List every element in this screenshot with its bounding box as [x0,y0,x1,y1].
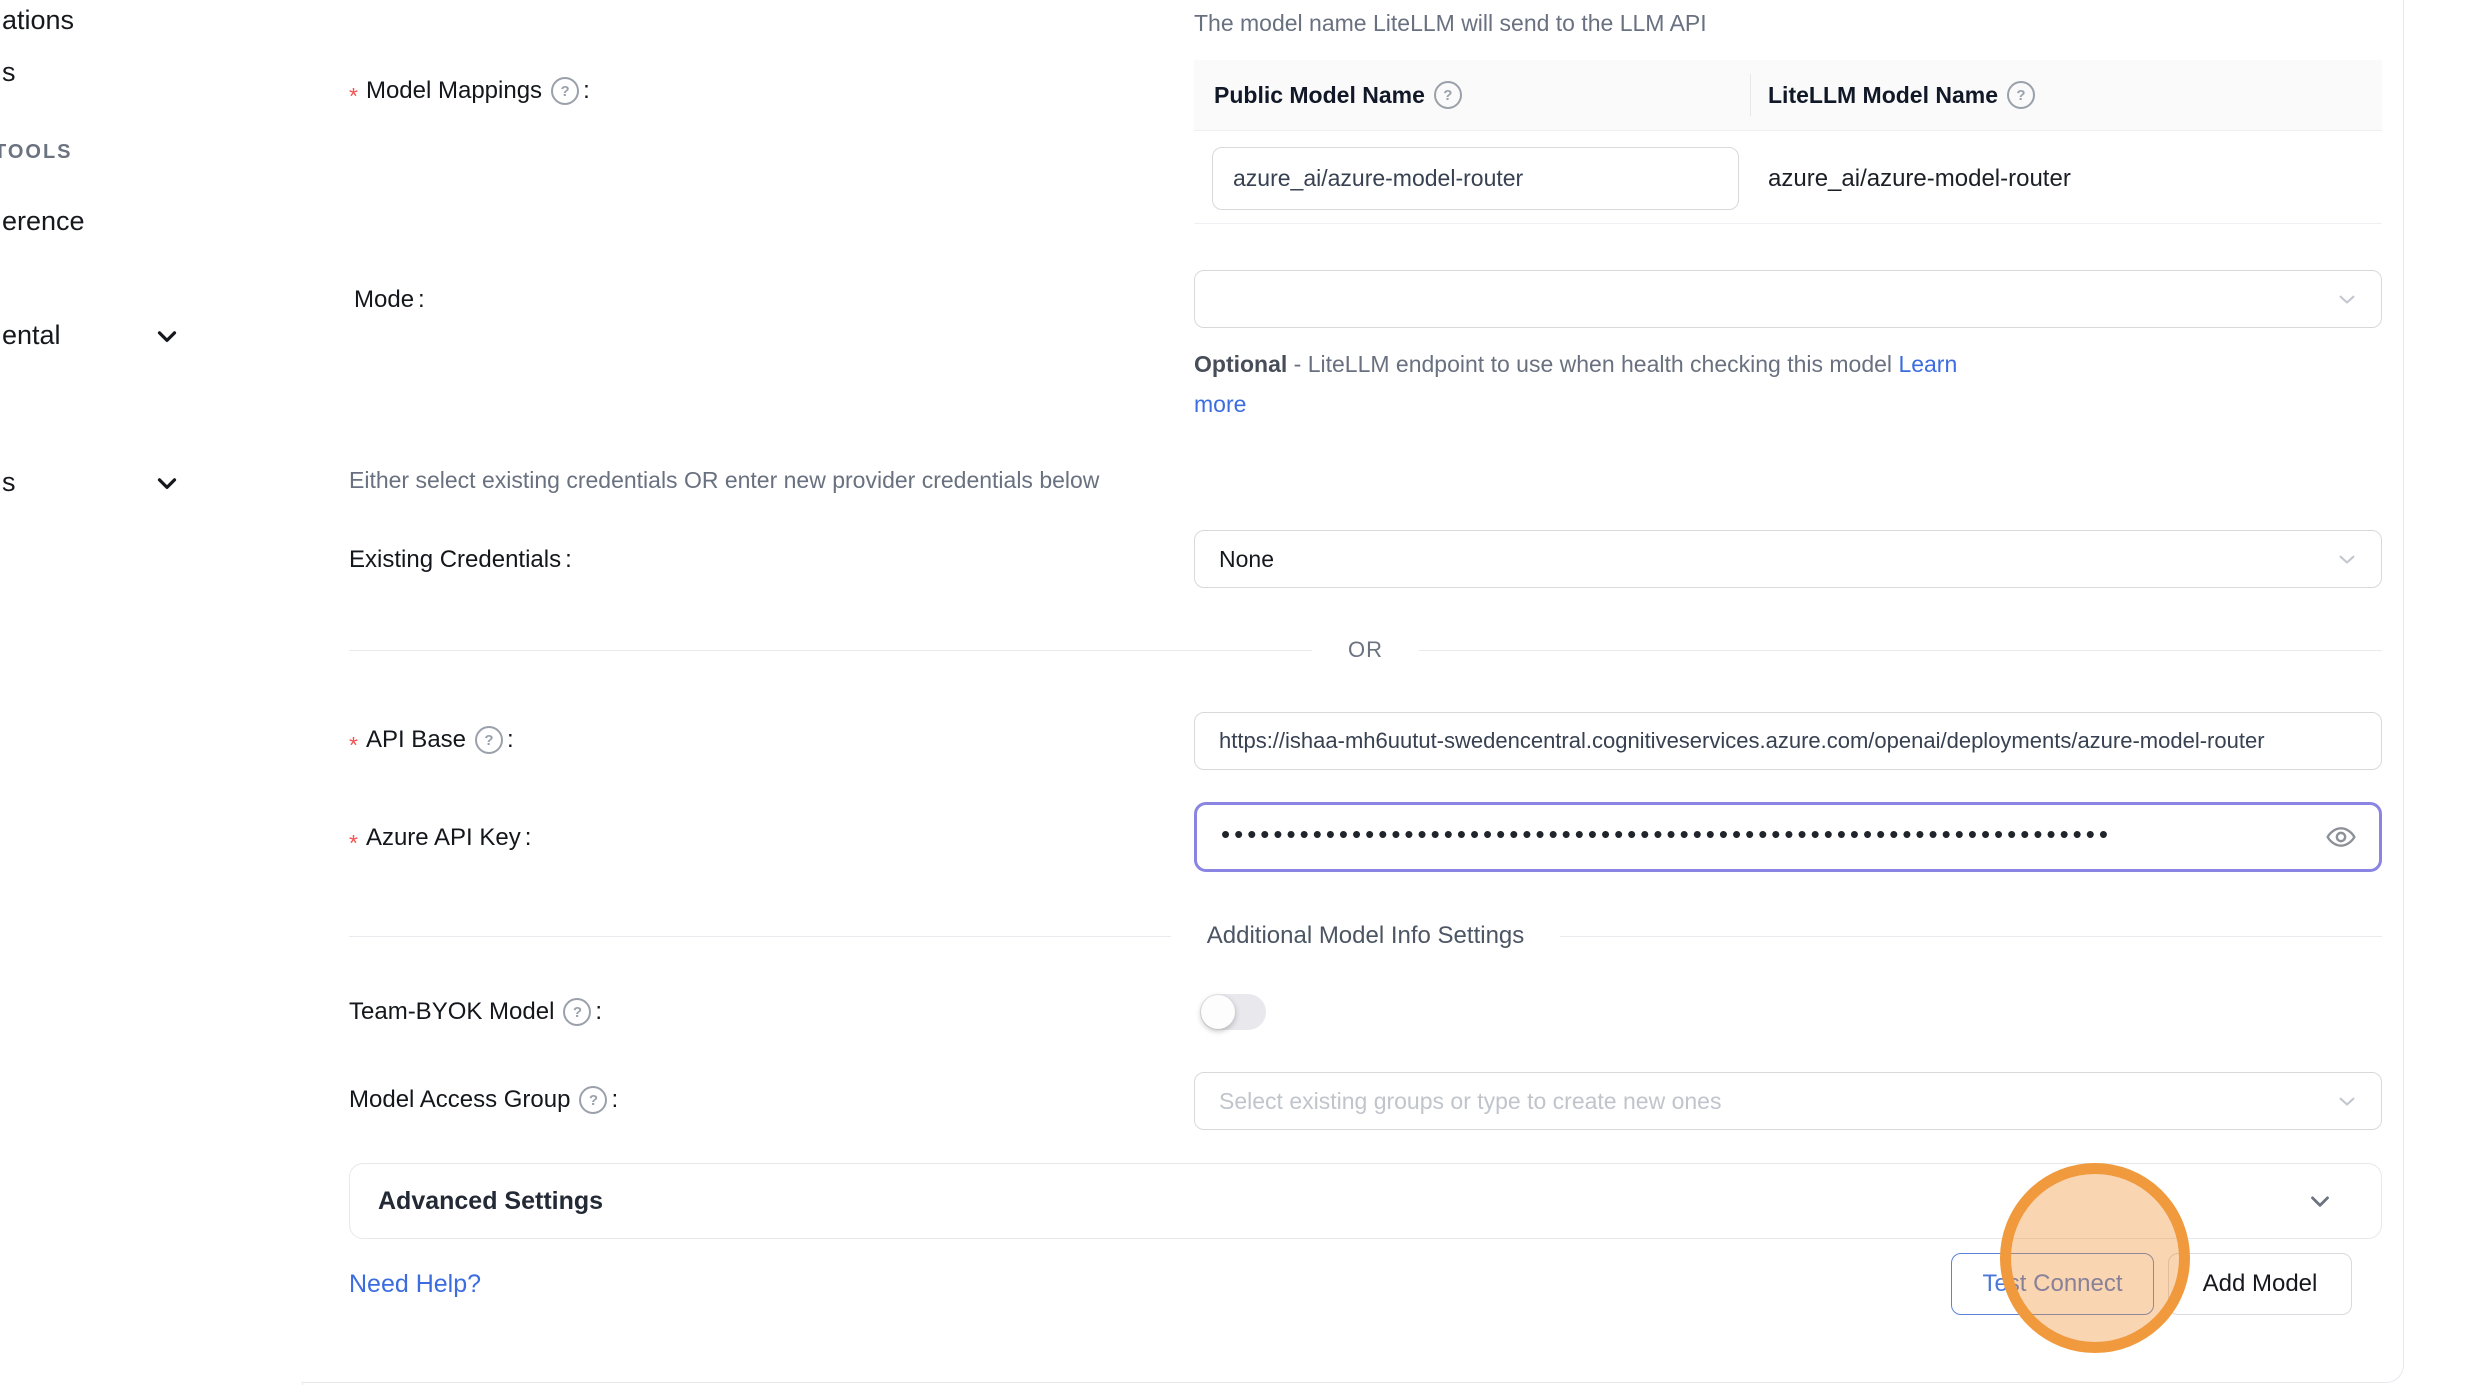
masked-key-value: ••••••••••••••••••••••••••••••••••••••••… [1221,819,2112,850]
add-model-button[interactable]: Add Model [2168,1253,2352,1315]
chevron-down-icon [2305,1186,2335,1216]
divider-line [349,650,1312,651]
mode-label: Mode : [354,284,425,316]
sidebar-item-inference[interactable]: erence [2,201,85,241]
column-header-litellm-model-name: LiteLLM Model Name ? [1768,60,2035,130]
existing-credentials-select[interactable]: None [1194,530,2382,588]
sidebar-section-tools: TOOLS [0,138,73,166]
model-mappings-table: Public Model Name ? LiteLLM Model Name ?… [1194,60,2382,224]
test-connect-button[interactable]: Test Connect [1951,1253,2154,1315]
litellm-model-name-help-icon[interactable]: ? [2007,81,2035,109]
divider-line [1560,936,2382,937]
api-base-input[interactable] [1194,712,2382,770]
sidebar-item-label: ental [2,320,61,351]
azure-api-key-input[interactable]: ••••••••••••••••••••••••••••••••••••••••… [1194,802,2382,872]
divider-line [349,936,1171,937]
sidebar-item-label: s [2,467,16,498]
public-model-name-help-icon[interactable]: ? [1434,81,1462,109]
model-mappings-label: * Model Mappings ? : [349,75,590,107]
sidebar-item-2[interactable]: s [2,52,16,92]
required-marker: * [349,81,358,101]
litellm-model-name-value: azure_ai/azure-model-router [1768,147,2071,210]
add-model-form-screen: ations s TOOLS erence ental s The model … [0,0,2477,1385]
api-base-label: * API Base ? : [349,724,514,756]
model-access-group-help-icon[interactable]: ? [579,1086,607,1114]
existing-credentials-label: Existing Credentials : [349,544,572,576]
chevron-down-icon [2333,285,2361,313]
existing-credentials-value: None [1219,546,1274,573]
sidebar: ations s TOOLS erence ental s [0,0,303,1385]
column-header-public-model-name: Public Model Name ? [1214,60,1462,130]
model-mappings-table-header: Public Model Name ? LiteLLM Model Name ? [1194,60,2382,131]
required-marker: * [349,828,358,848]
credentials-note: Either select existing credentials OR en… [349,467,1099,494]
toggle-knob [1201,995,1235,1029]
sidebar-item-label: s [2,57,16,88]
sidebar-item-organizations[interactable]: ations [2,0,74,40]
add-model-card: The model name LiteLLM will send to the … [302,0,2404,1383]
required-marker: * [349,730,358,750]
sidebar-item-label: ations [2,5,74,36]
chevron-down-icon [2333,545,2361,573]
advanced-settings-panel[interactable]: Advanced Settings [349,1163,2382,1239]
mode-optional-hint: Optional - LiteLLM endpoint to use when … [1194,344,1957,424]
eye-icon[interactable] [2325,821,2357,853]
model-access-group-label: Model Access Group ? : [349,1084,618,1116]
or-divider: OR [349,636,2382,664]
chevron-down-icon [152,468,182,498]
model-access-group-select[interactable]: Select existing groups or type to create… [1194,1072,2382,1130]
need-help-link[interactable]: Need Help? [349,1270,481,1299]
api-base-help-icon[interactable]: ? [475,726,503,754]
model-name-hint: The model name LiteLLM will send to the … [1194,10,1707,37]
model-access-group-placeholder: Select existing groups or type to create… [1219,1088,1721,1115]
advanced-settings-title: Advanced Settings [378,1187,603,1216]
public-model-name-input[interactable] [1212,147,1739,210]
sidebar-item-label: erence [2,206,85,237]
column-divider [1750,74,1751,116]
chevron-down-icon [152,321,182,351]
sidebar-item-settings[interactable]: s [2,462,16,502]
mode-select[interactable] [1194,270,2382,328]
azure-api-key-label: * Azure API Key : [349,822,531,854]
chevron-down-icon [2333,1087,2361,1115]
divider-line [1419,650,2382,651]
team-byok-toggle[interactable] [1200,994,1266,1030]
team-byok-label: Team-BYOK Model ? : [349,996,602,1028]
model-mappings-help-icon[interactable]: ? [551,77,579,105]
additional-model-info-divider: Additional Model Info Settings [349,921,2382,951]
team-byok-help-icon[interactable]: ? [563,998,591,1026]
sidebar-item-experimental[interactable]: ental [2,315,61,355]
